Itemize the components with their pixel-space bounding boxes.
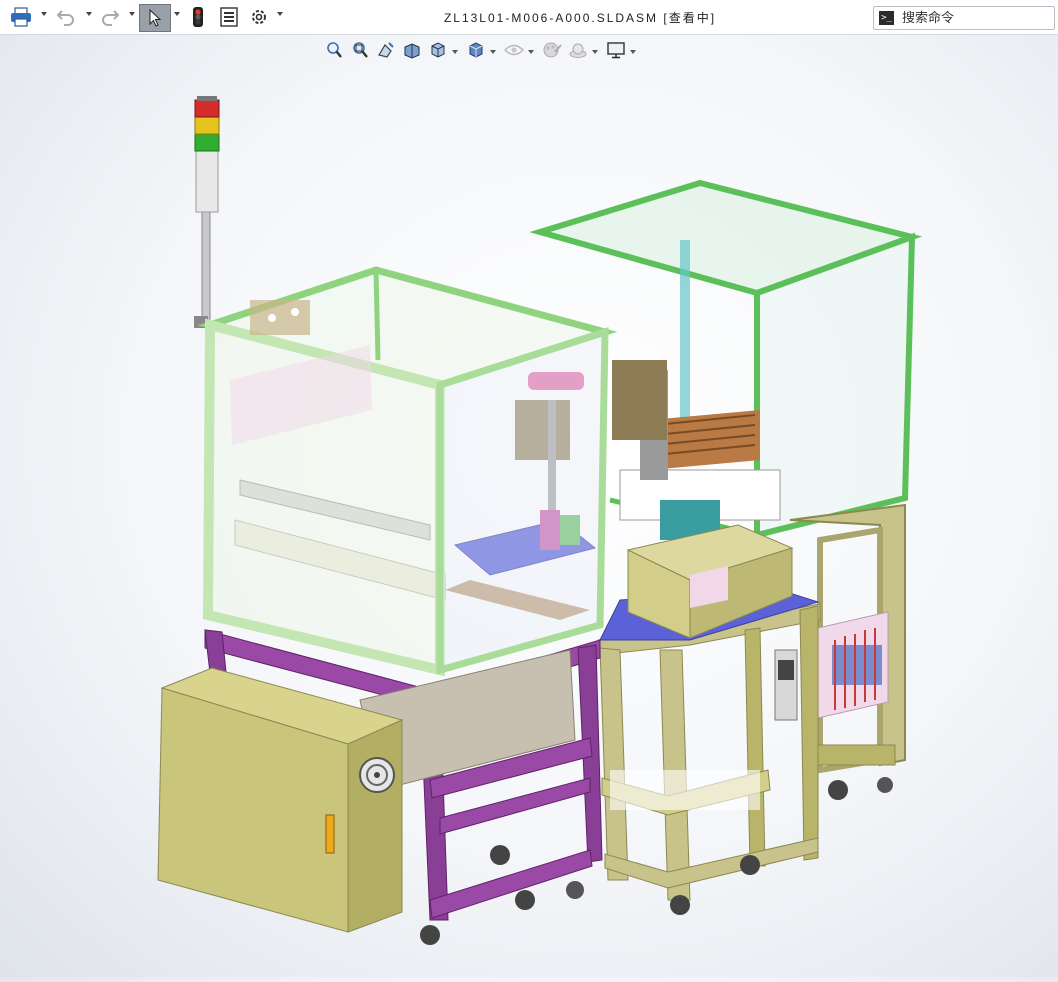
redo-dropdown-caret[interactable] [129,12,135,16]
traffic-light-icon [192,6,204,28]
printer-icon [10,7,32,27]
model-viewport[interactable] [0,35,1058,977]
assembly-model-render [157,96,923,945]
options-button[interactable] [246,5,272,29]
undo-dropdown-caret[interactable] [86,12,92,16]
stack-light-tower [194,96,220,328]
select-dropdown-caret[interactable] [174,12,180,16]
file-properties-icon [220,7,238,27]
gear-icon [249,7,269,27]
undo-icon [56,8,76,26]
print-dropdown-caret[interactable] [41,12,47,16]
undo-button[interactable] [52,5,80,29]
redo-button[interactable] [96,5,124,29]
title-bar: ZL13L01-M006-A000.SLDASM [查看中] >_ [0,0,1058,35]
left-enclosure [197,266,618,677]
print-button[interactable] [4,5,38,29]
redo-icon [100,8,120,26]
cooling-fan [359,757,395,793]
options-dropdown-caret[interactable] [277,12,283,16]
middle-cart [597,524,821,915]
cursor-icon [148,9,162,27]
search-input[interactable] [900,9,1054,27]
window-title: ZL13L01-M006-A000.SLDASM [查看中] [443,11,717,25]
file-properties-button[interactable] [216,5,242,29]
select-button[interactable] [139,4,171,32]
command-prompt-icon: >_ [879,11,894,25]
pneumatic-valve-panel [817,611,889,719]
rebuild-status-button[interactable] [186,5,210,29]
filter-regulator [774,649,798,721]
command-search-box[interactable]: >_ [873,6,1055,30]
